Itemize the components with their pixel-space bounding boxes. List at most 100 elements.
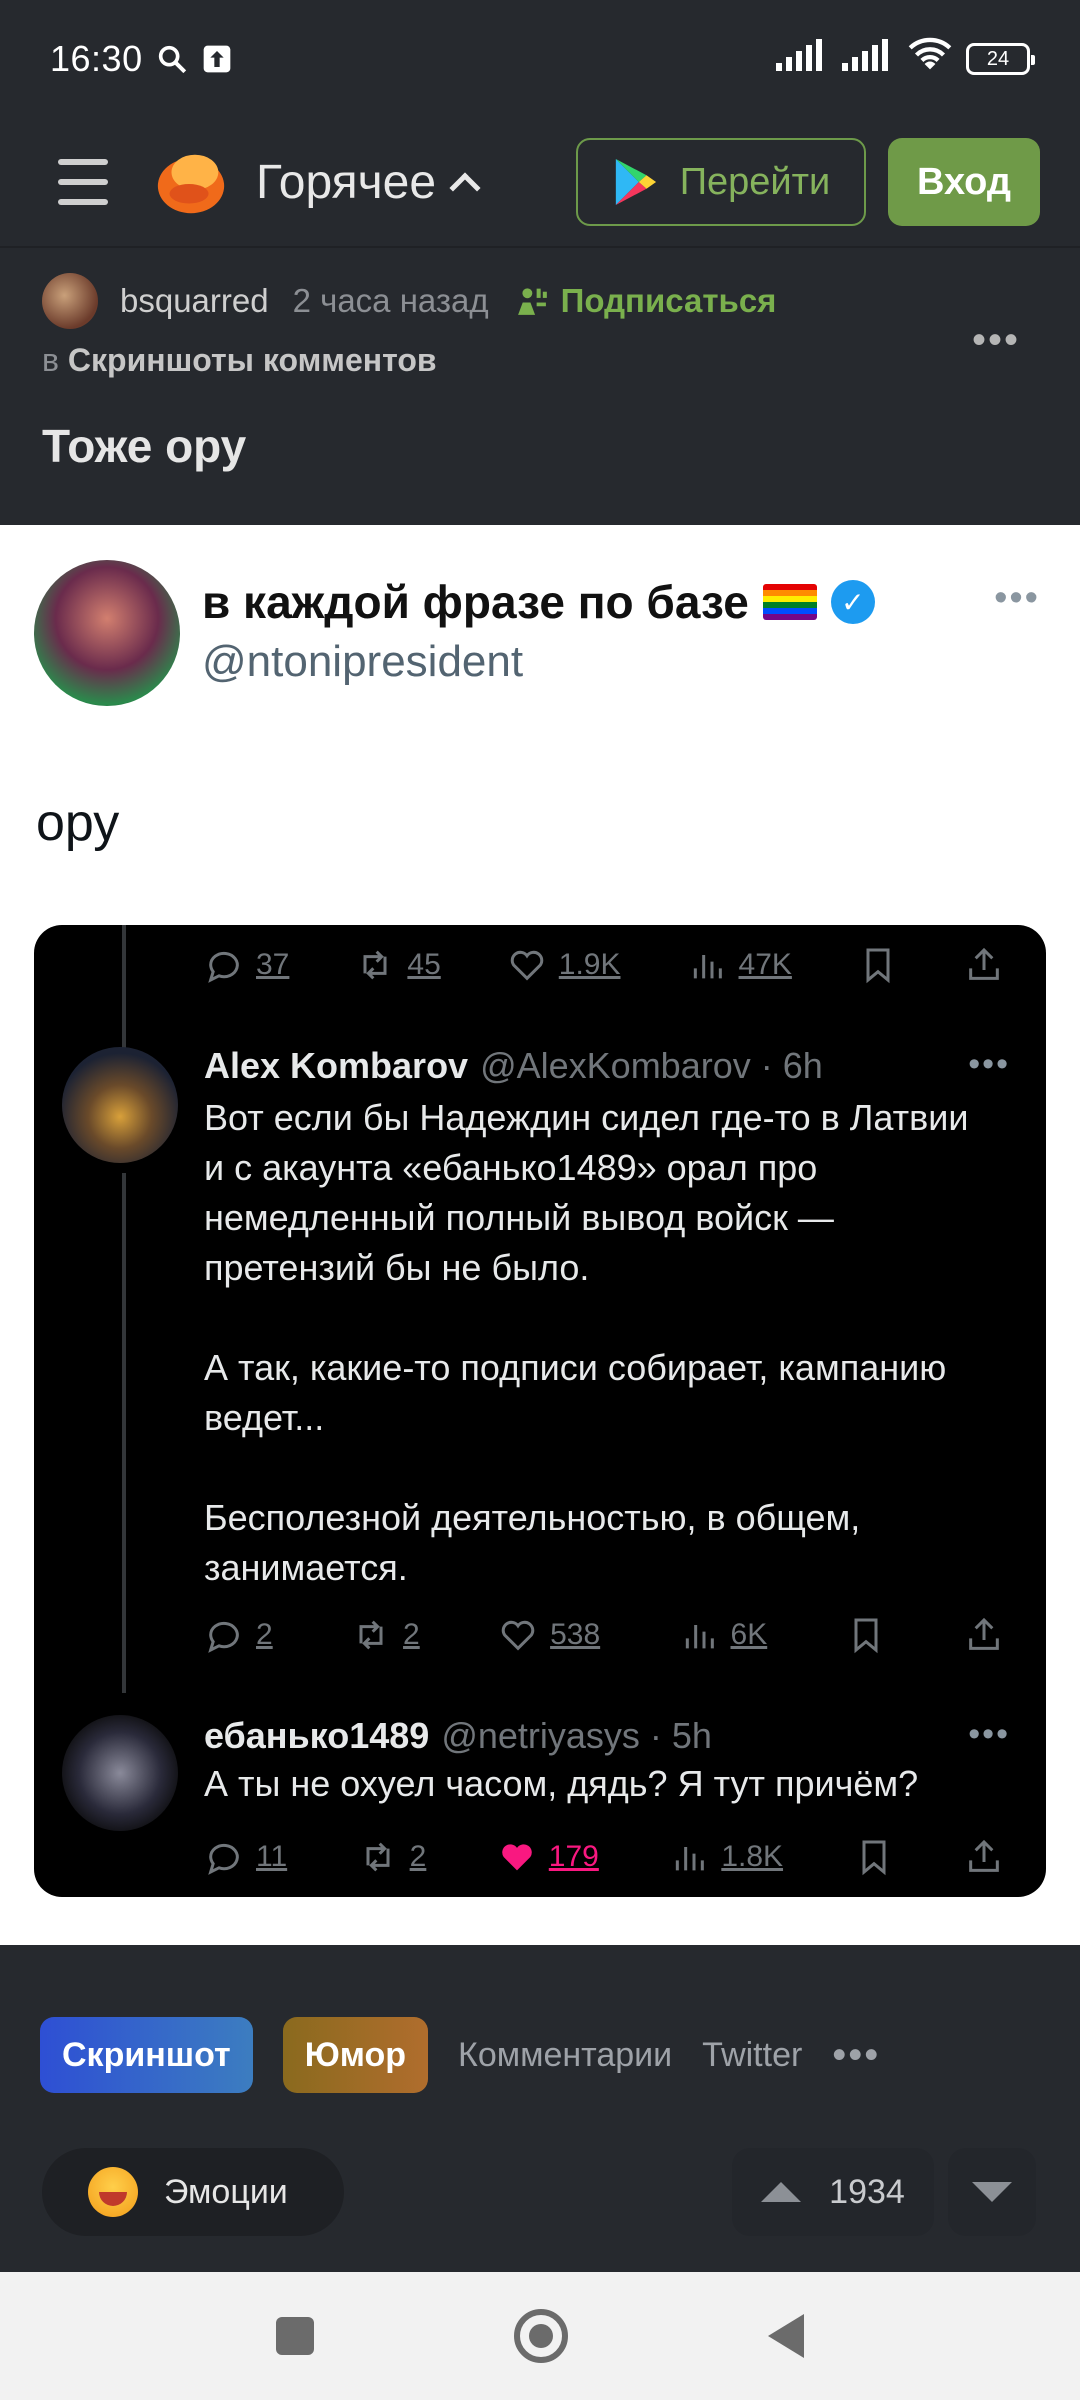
- reply1-body: Вот если бы Надеждин сидел где-то в Латв…: [204, 1093, 984, 1593]
- reply1-paragraph-2: А так, какие-то подписи собирает, кампан…: [204, 1347, 947, 1438]
- arrow-up-icon: [761, 2182, 802, 2202]
- share-icon: [969, 1617, 999, 1650]
- reply1-handle: @AlexKombarov · 6h: [480, 1045, 823, 1086]
- share-icon: [969, 1839, 999, 1872]
- app-logo: [157, 154, 225, 214]
- reply2: ебанько1489 @netriyasys · 5h А ты не оху…: [204, 1715, 984, 1809]
- login-button[interactable]: Вход: [888, 138, 1040, 226]
- community-link[interactable]: Скриншоты комментов: [68, 342, 437, 378]
- like-count: 1.9K: [558, 948, 621, 981]
- reply2-views-count: 1.8K: [721, 1840, 784, 1873]
- signal-icon: [776, 38, 828, 80]
- reply-icon: [208, 1621, 239, 1653]
- smile-emoji-icon: [88, 2167, 138, 2217]
- feed-title: Горячее: [256, 155, 437, 209]
- bookmark-icon: [862, 1840, 885, 1876]
- back-icon[interactable]: [768, 2314, 804, 2358]
- go-to-app-button[interactable]: Перейти: [576, 138, 866, 226]
- retweet-icon: [363, 950, 387, 980]
- verified-badge-icon: ✓: [830, 580, 875, 624]
- search-icon: [155, 42, 189, 76]
- views-action: 47K: [687, 945, 792, 985]
- reply-count: 37: [256, 948, 290, 981]
- system-nav-bar: [0, 2272, 1080, 2400]
- share-icon: [969, 947, 999, 980]
- reply2-header: ебанько1489 @netriyasys · 5h: [204, 1715, 984, 1757]
- tweet-more-icon: •••: [994, 577, 1040, 619]
- quoted-thread-screenshot: 37 45 1.9K 47K Alex Kombarov @AlexKombar…: [34, 925, 1046, 1897]
- recent-apps-icon[interactable]: [276, 2317, 314, 2355]
- tag-twitter[interactable]: Twitter: [702, 2036, 802, 2075]
- retweet-count: 45: [407, 948, 441, 981]
- views-icon: [676, 1847, 705, 1871]
- reply1-actions: 2 2 538 6K: [204, 1605, 1004, 1665]
- tag-humor[interactable]: Юмор: [282, 2017, 429, 2093]
- subscribe-button[interactable]: Подписаться: [513, 282, 777, 320]
- go-button-label: Перейти: [679, 160, 831, 203]
- tweet-author-name: в каждой фразе по базе: [202, 576, 749, 628]
- reply2-handle: @netriyasys · 5h: [441, 1715, 712, 1756]
- chevron-up-icon: [449, 172, 481, 204]
- thread-line: [122, 925, 126, 1055]
- upload-notification-icon: [201, 43, 233, 75]
- reply2-more-icon: •••: [968, 1715, 1010, 1753]
- post-tags: Скриншот Юмор Комментарии Twitter •••: [0, 2000, 1080, 2110]
- reply1-like-action: 538: [498, 1615, 600, 1655]
- retweet-icon: [359, 1620, 383, 1650]
- reply2-reply-count: 11: [256, 1840, 288, 1873]
- reply2-retweet-count: 2: [409, 1840, 427, 1873]
- reply2-like-action: 179: [497, 1837, 599, 1877]
- tag-screenshot[interactable]: Скриншот: [40, 2017, 253, 2093]
- signal-icon-2: [842, 38, 894, 80]
- tweet-text: ору: [36, 794, 120, 852]
- subscribe-label: Подписаться: [560, 282, 777, 319]
- menu-icon[interactable]: [58, 159, 108, 205]
- retweet-action: 45: [355, 945, 441, 985]
- reply-icon: [208, 1843, 239, 1875]
- reply-action: 37: [204, 945, 289, 985]
- status-bar: 16:30 24: [0, 0, 1080, 118]
- reply2-reply-action: 11: [204, 1837, 287, 1877]
- views-count: 47K: [738, 948, 792, 981]
- reply1-retweet-action: 2: [351, 1615, 420, 1655]
- rainbow-flag-icon: [762, 584, 817, 620]
- subscribe-icon: [517, 288, 547, 315]
- google-play-icon: [615, 159, 656, 205]
- wifi-icon: [908, 37, 952, 82]
- reply1: Alex Kombarov @AlexKombarov · 6h Вот есл…: [204, 1045, 984, 1593]
- battery-icon: 24: [966, 43, 1035, 75]
- tweet-actions-top: 37 45 1.9K 47K: [204, 935, 1004, 995]
- reply1-paragraph-1: Вот если бы Надеждин сидел где-то в Латв…: [204, 1097, 969, 1288]
- emotions-button[interactable]: Эмоции: [42, 2148, 344, 2236]
- thread-line-2: [122, 1173, 126, 1693]
- reply2-body: А ты не охуел часом, дядь? Я тут причём?: [204, 1759, 984, 1809]
- feed-selector[interactable]: Горячее: [256, 155, 481, 210]
- reply1-name: Alex Kombarov: [204, 1045, 469, 1086]
- reply1-avatar: [62, 1047, 178, 1163]
- reply2-actions: 11 2 179 1.8K: [204, 1827, 1004, 1887]
- post-more-icon[interactable]: •••: [972, 318, 1020, 363]
- heart-icon: [501, 1620, 535, 1651]
- views-icon: [685, 1625, 714, 1649]
- post-image[interactable]: в каждой фразе по базе ✓ @ntonipresident…: [0, 525, 1080, 1945]
- emotions-label: Эмоции: [164, 2172, 288, 2211]
- bookmark-icon: [854, 1618, 878, 1654]
- reply1-paragraph-3: Бесполезной деятельностью, в общем, зани…: [204, 1497, 861, 1588]
- downvote-button[interactable]: [948, 2148, 1036, 2236]
- author-avatar[interactable]: [42, 273, 98, 329]
- reply2-views-action: 1.8K: [669, 1837, 783, 1877]
- app-header: Горячее Перейти Вход: [0, 118, 1080, 248]
- upvote-button[interactable]: 1934: [732, 2148, 934, 2236]
- reply2-name: ебанько1489: [204, 1715, 430, 1756]
- tags-more-icon[interactable]: •••: [832, 2033, 880, 2078]
- author-name[interactable]: bsquarred: [120, 282, 269, 320]
- tag-comments[interactable]: Комментарии: [458, 2036, 672, 2075]
- reply-icon: [208, 951, 239, 983]
- arrow-down-icon: [972, 2182, 1012, 2202]
- home-icon[interactable]: [514, 2309, 568, 2363]
- post-title[interactable]: Тоже ору: [42, 419, 1038, 473]
- reply1-retweet-count: 2: [403, 1618, 420, 1651]
- post-time: 2 часа назад: [292, 282, 489, 319]
- heart-filled-icon: [502, 1844, 532, 1871]
- tweet-author-name-row: в каждой фразе по базе ✓: [202, 575, 875, 629]
